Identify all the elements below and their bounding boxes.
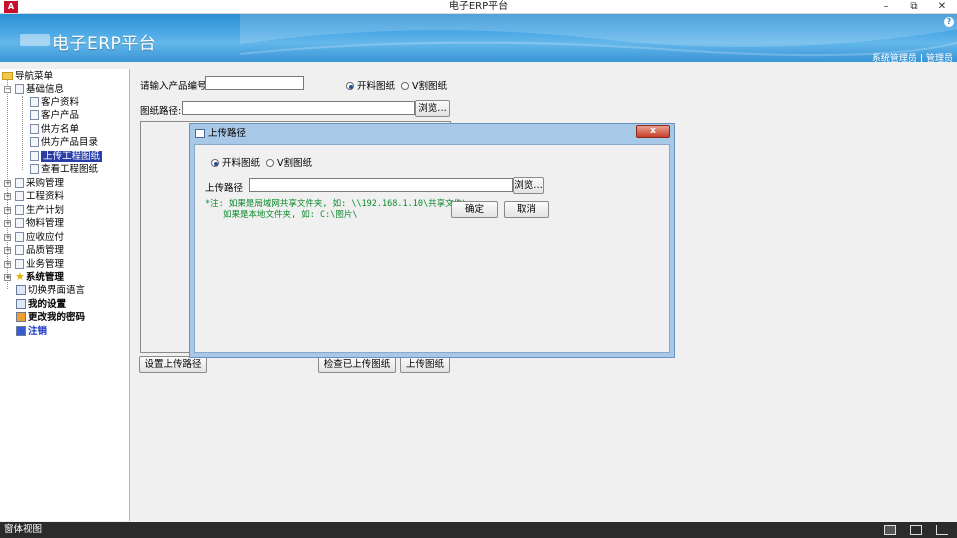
close-icon[interactable]: ✕ <box>930 0 954 14</box>
radio-v-drawing[interactable] <box>401 82 410 90</box>
drawing-path-label: 图纸路径: <box>140 106 182 117</box>
drawing-type-radios: 开料图纸 V割图纸 <box>346 78 447 92</box>
datasheet-view-icon[interactable] <box>910 525 922 535</box>
document-icon <box>15 84 24 94</box>
nav-business[interactable]: + 业务管理 <box>2 258 64 271</box>
nav-root[interactable]: 导航菜单 <box>2 70 53 83</box>
nav-receivables[interactable]: + 应收应付 <box>2 231 64 244</box>
nav-purchasing[interactable]: + 采购管理 <box>2 177 64 190</box>
note-line-2: 如果是本地文件夹, 如: C:\图片\ <box>223 210 358 220</box>
nav-switch-language[interactable]: 切换界面语言 <box>16 284 85 297</box>
cancel-button[interactable]: 取消 <box>504 201 549 218</box>
window-titlebar: 电子ERP平台 A – ⧉ ✕ <box>0 0 957 14</box>
expand-icon[interactable]: + <box>4 207 11 214</box>
check-uploaded-button[interactable]: 检查已上传图纸 <box>318 356 396 373</box>
logout-icon <box>16 326 26 336</box>
radio-open-drawing[interactable] <box>346 82 354 90</box>
form-view-icon[interactable] <box>884 525 896 535</box>
nav-production-plan[interactable]: + 生产计划 <box>2 204 64 217</box>
document-icon <box>30 137 39 147</box>
banner-title: 电子ERP平台 <box>52 34 157 54</box>
dialog-path-label: 上传路径 <box>205 183 244 194</box>
product-number-input[interactable] <box>205 76 304 90</box>
dialog-radio-v-drawing[interactable] <box>266 159 275 167</box>
product-number-label: 请输入产品编号 <box>140 81 207 92</box>
upload-path-input[interactable] <box>249 178 513 192</box>
dialog-drawing-type-radios: 开料图纸 V割图纸 <box>211 155 312 169</box>
nav-quality[interactable]: + 品质管理 <box>2 244 64 257</box>
document-icon <box>15 218 24 228</box>
document-icon <box>15 232 24 242</box>
nav-my-settings[interactable]: 我的设置 <box>16 298 66 311</box>
set-upload-path-button[interactable]: 设置上传路径 <box>139 356 207 373</box>
nav-change-password[interactable]: 更改我的密码 <box>16 311 85 324</box>
expand-icon[interactable]: + <box>4 274 11 281</box>
link-separator: | <box>919 54 924 62</box>
status-text: 窗体视图 <box>4 524 43 535</box>
folder-icon <box>2 72 13 80</box>
document-icon <box>30 151 39 161</box>
upload-drawing-button[interactable]: 上传图纸 <box>400 356 450 373</box>
nav-customer-info[interactable]: 客户资料 <box>30 96 79 109</box>
document-icon <box>15 178 24 188</box>
nav-view-drawings[interactable]: 查看工程图纸 <box>30 163 98 176</box>
nav-supplier-catalog[interactable]: 供方产品目录 <box>30 136 98 149</box>
browse-button[interactable]: 浏览… <box>415 100 450 117</box>
settings-icon <box>16 299 26 309</box>
company-logo-blurred <box>20 34 50 46</box>
expand-icon[interactable]: + <box>4 220 11 227</box>
document-icon <box>30 124 39 134</box>
dialog-browse-button[interactable]: 浏览… <box>513 177 544 194</box>
nav-logout[interactable]: 注销 <box>16 325 47 338</box>
star-icon: ★ <box>15 270 25 283</box>
status-bar: 窗体视图 <box>0 522 957 538</box>
navigation-tree: 导航菜单 − 基础信息 客户资料 客户产品 供方名单 供方产品目录 上传工程图纸… <box>0 69 130 521</box>
collapse-icon[interactable]: − <box>4 86 11 93</box>
dialog-body: 开料图纸 V割图纸 上传路径 浏览… *注: 如果是局域网共享文件夹, 如: \… <box>194 144 670 353</box>
upload-path-dialog: 上传路径 x 开料图纸 V割图纸 上传路径 浏览… *注: 如果是局域网共享文件… <box>189 123 675 358</box>
document-icon <box>30 97 39 107</box>
nav-basic-info[interactable]: − 基础信息 <box>2 83 64 96</box>
expand-icon[interactable]: + <box>4 234 11 241</box>
nav-customer-products[interactable]: 客户产品 <box>30 109 79 122</box>
nav-upload-drawings[interactable]: 上传工程图纸 <box>30 150 103 163</box>
expand-icon[interactable]: + <box>4 247 11 254</box>
admin-link[interactable]: 系统管理员 <box>872 54 917 62</box>
expand-icon[interactable]: + <box>4 193 11 200</box>
document-icon <box>15 259 24 269</box>
nav-materials[interactable]: + 物料管理 <box>2 217 64 230</box>
document-icon <box>15 191 24 201</box>
header-banner: 电子ERP平台 ? 系统管理员 | 管理员 <box>0 14 957 62</box>
window-title: 电子ERP平台 <box>448 1 509 12</box>
help-icon[interactable]: ? <box>944 17 954 27</box>
ok-button[interactable]: 确定 <box>451 201 498 218</box>
nav-system-manage[interactable]: + ★系统管理 <box>2 271 64 284</box>
layout-view-icon[interactable] <box>936 525 948 535</box>
document-icon <box>30 110 39 120</box>
nav-supplier-list[interactable]: 供方名单 <box>30 123 79 136</box>
user-key-icon <box>16 312 26 322</box>
close-icon[interactable]: x <box>636 125 670 138</box>
document-icon <box>30 164 39 174</box>
nav-engineering[interactable]: + 工程资料 <box>2 190 64 203</box>
expand-icon[interactable]: + <box>4 180 11 187</box>
dialog-radio-open-drawing[interactable] <box>211 159 219 167</box>
dialog-title: 上传路径 <box>208 128 247 139</box>
expand-icon[interactable]: + <box>4 261 11 268</box>
user-link[interactable]: 管理员 <box>926 54 953 62</box>
drawing-path-input[interactable] <box>182 101 415 115</box>
document-icon <box>15 205 24 215</box>
language-icon <box>16 285 26 295</box>
app-icon[interactable]: A <box>4 1 18 13</box>
document-icon <box>15 245 24 255</box>
restore-icon[interactable]: ⧉ <box>902 0 926 14</box>
banner-wave-decoration <box>240 14 957 57</box>
minimize-icon[interactable]: – <box>874 0 898 14</box>
user-links: 系统管理员 | 管理员 <box>872 51 953 62</box>
